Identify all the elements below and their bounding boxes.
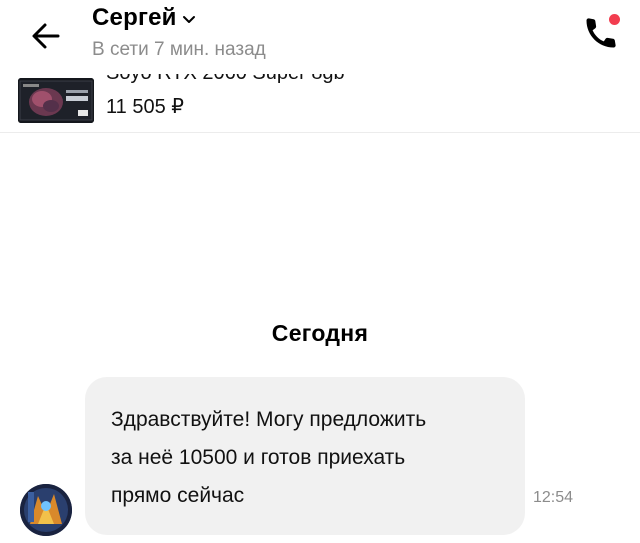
message-text: Здравствуйте! Могу предложить за неё 105…: [111, 408, 427, 507]
back-button[interactable]: [26, 18, 66, 54]
product-banner[interactable]: Soyo RTX 2060 Super 8gb 11 505 ₽: [0, 74, 640, 133]
message-bubble[interactable]: Здравствуйте! Могу предложить за неё 105…: [85, 377, 525, 535]
arrow-left-icon: [32, 23, 60, 49]
contact-name-dropdown[interactable]: Сергей: [92, 4, 196, 32]
date-divider: Сегодня: [271, 320, 369, 346]
product-price: 11 505 ₽: [106, 96, 184, 118]
product-thumbnail: [18, 78, 94, 123]
notification-dot: [609, 14, 620, 25]
product-title: Soyo RTX 2060 Super 8gb: [106, 74, 345, 85]
online-status: В сети 7 мин. назад: [92, 39, 266, 60]
chat-screen: Сергей В сети 7 мин. назад 11 505 ₽ Сего…: [0, 0, 640, 543]
contact-name: Сергей: [92, 4, 177, 31]
sender-avatar[interactable]: [20, 484, 72, 536]
chat-header: Сергей В сети 7 мин. назад: [0, 0, 640, 74]
message-time: 12:54: [533, 489, 574, 506]
chevron-down-icon: [182, 15, 196, 25]
